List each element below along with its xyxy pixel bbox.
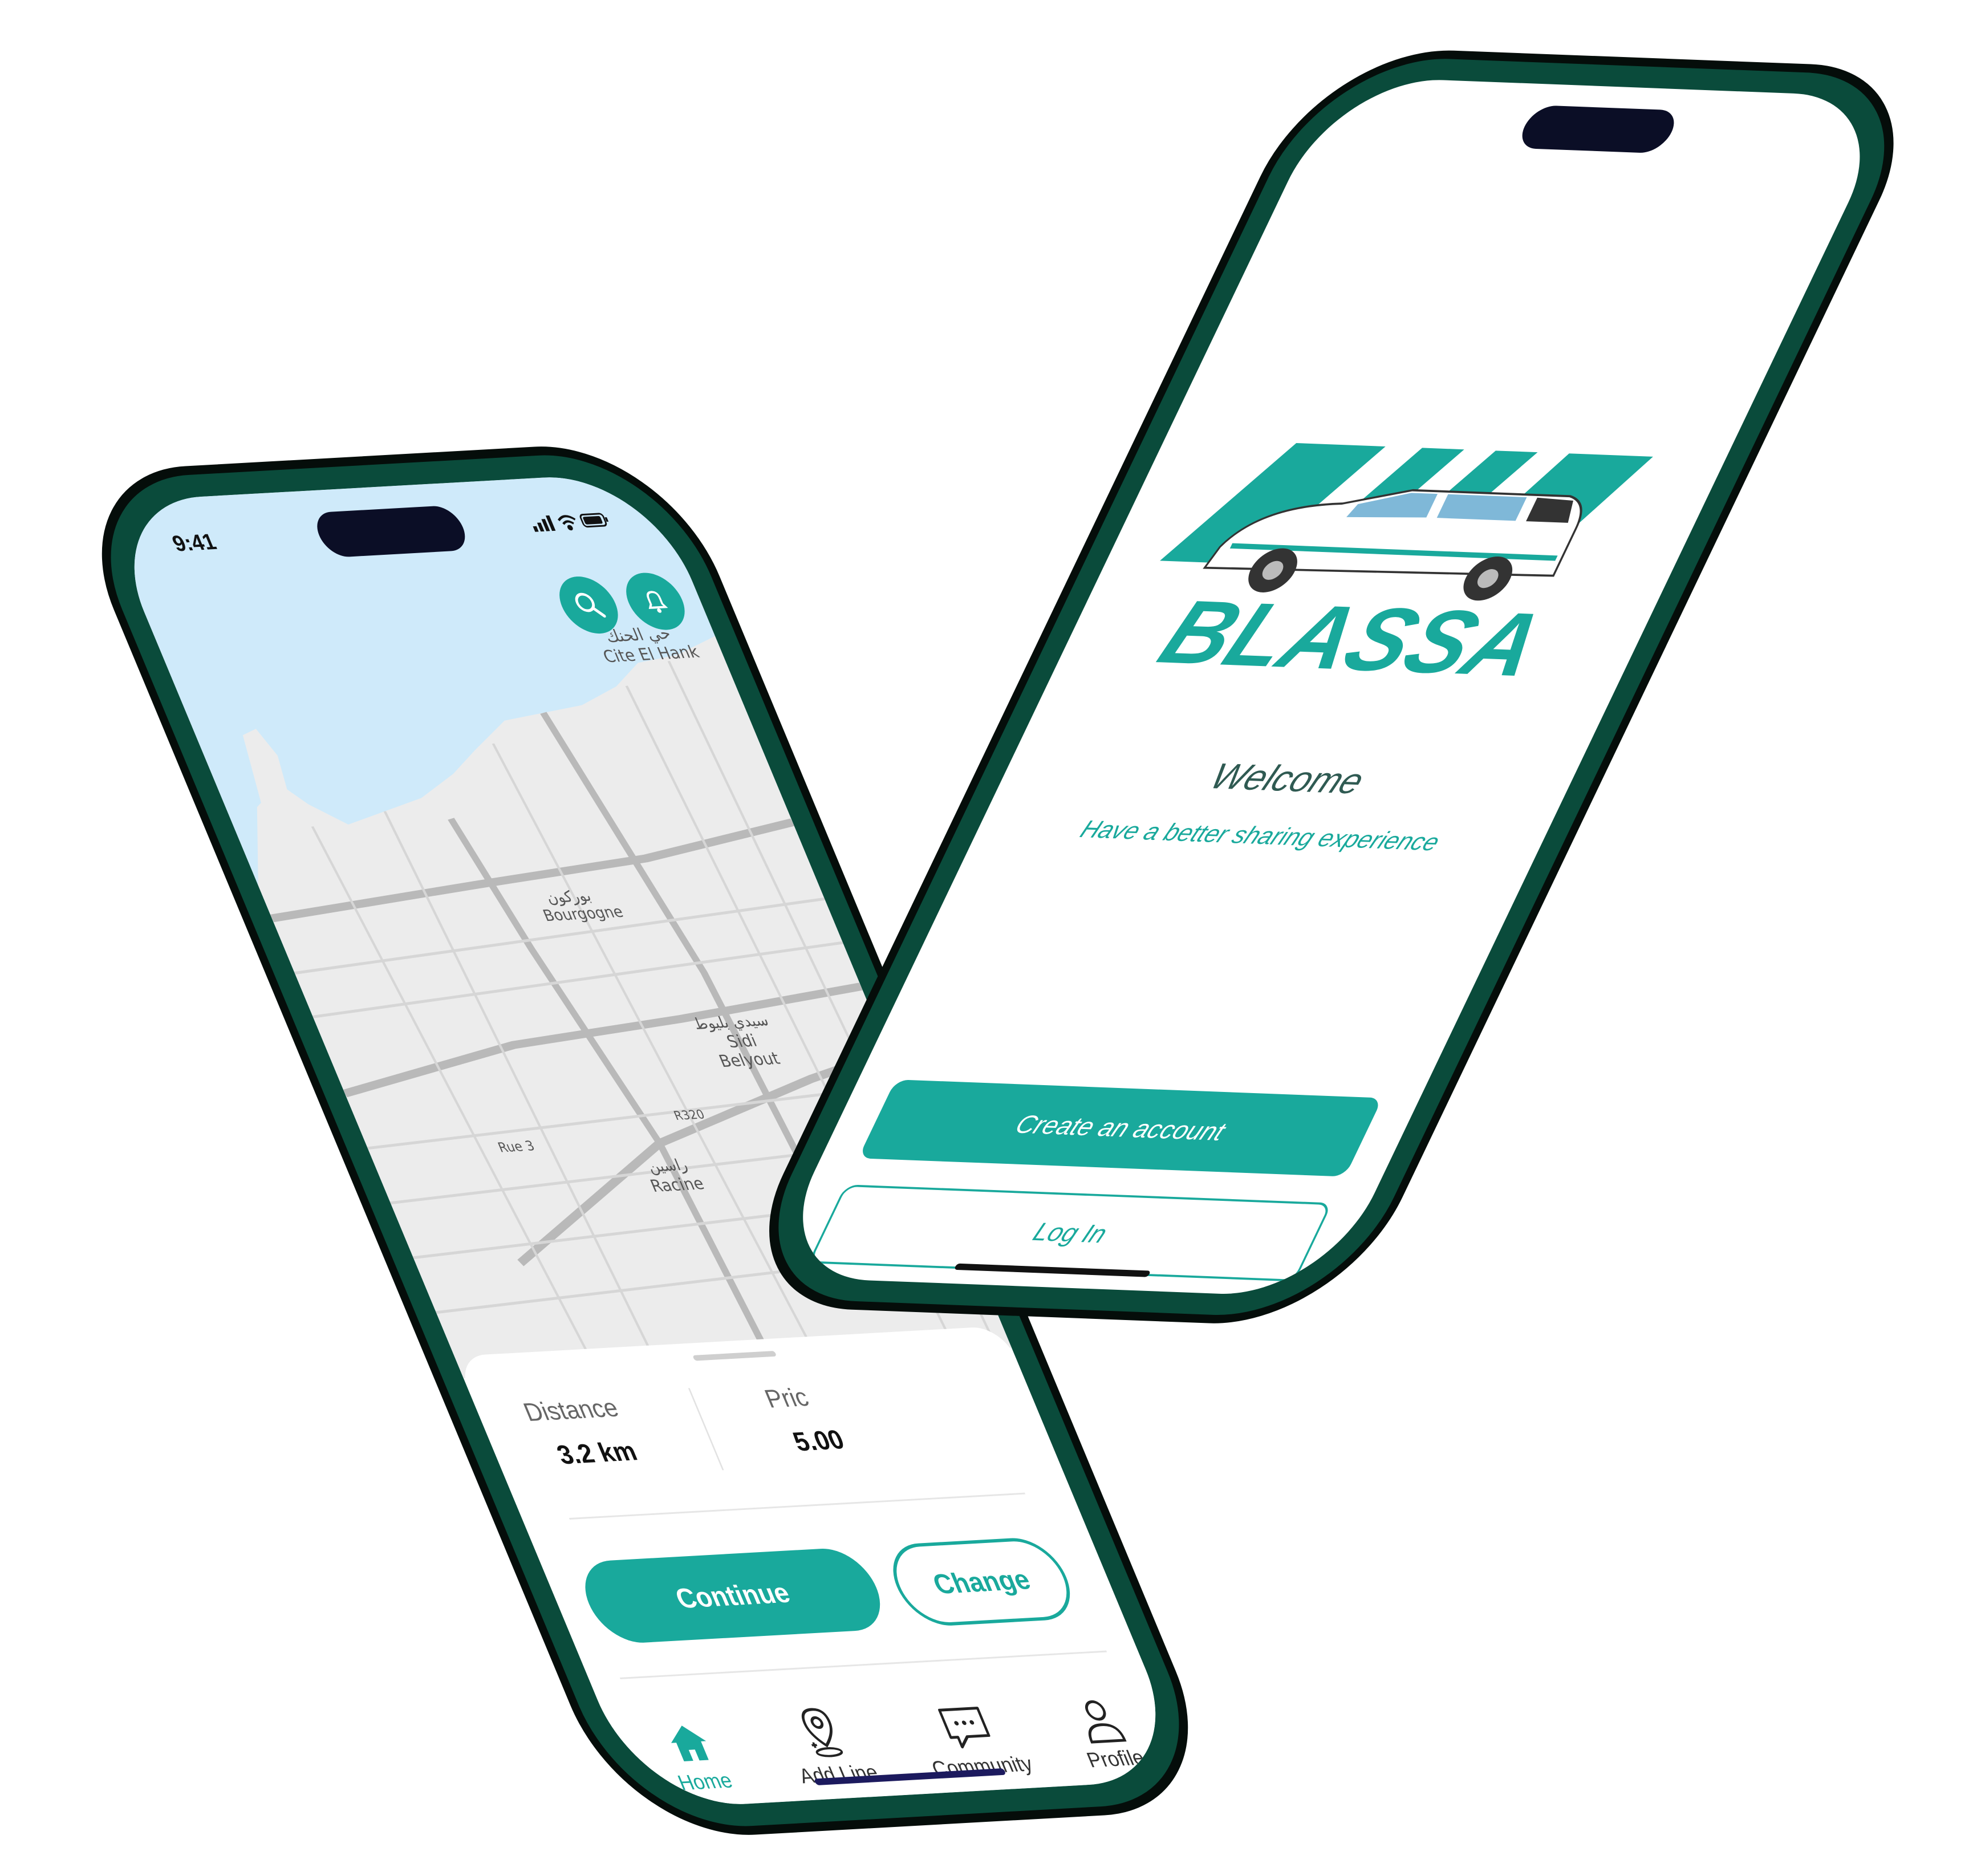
divider <box>619 1650 1107 1679</box>
svg-text:Racine: Racine <box>647 1173 707 1196</box>
divider <box>569 1492 1026 1520</box>
logo-text: BLASSA <box>1145 581 1560 695</box>
continue-button[interactable]: Continue <box>571 1546 894 1645</box>
battery-icon <box>579 513 609 528</box>
change-button[interactable]: Change <box>879 1536 1083 1628</box>
user-icon <box>1085 1700 1127 1744</box>
divider <box>688 1388 724 1471</box>
price-label: Pric <box>760 1382 813 1414</box>
status-icons <box>528 510 614 537</box>
bell-icon <box>646 591 668 613</box>
add-location-icon <box>801 1708 843 1757</box>
svg-text:راسين: راسين <box>645 1156 691 1176</box>
price-value: 5.00 <box>789 1425 849 1457</box>
svg-text:R320: R320 <box>672 1107 707 1123</box>
search-icon <box>575 592 606 618</box>
chat-bubble-icon <box>938 1707 991 1749</box>
login-button[interactable]: Log In <box>807 1184 1333 1282</box>
dynamic-island <box>310 505 473 558</box>
tagline: Have a better sharing experience <box>1076 815 1445 856</box>
welcome-heading: Welcome <box>1204 756 1371 802</box>
wifi-icon <box>558 515 576 531</box>
svg-text:Belyout: Belyout <box>716 1049 783 1071</box>
welcome-phone: BLASSA Welcome Have a better sharing exp… <box>721 46 1942 1329</box>
create-account-button[interactable]: Create an account <box>858 1079 1383 1177</box>
distance-label: Distance <box>519 1392 623 1427</box>
dynamic-island <box>1514 105 1682 154</box>
welcome-screen: BLASSA Welcome Have a better sharing exp… <box>764 76 1899 1298</box>
svg-text:بوركون: بوركون <box>543 887 594 907</box>
sheet-handle[interactable] <box>692 1350 777 1361</box>
svg-text:Rue 3: Rue 3 <box>496 1138 537 1155</box>
distance-value: 3.2 km <box>553 1436 642 1470</box>
home-icon <box>671 1725 709 1761</box>
